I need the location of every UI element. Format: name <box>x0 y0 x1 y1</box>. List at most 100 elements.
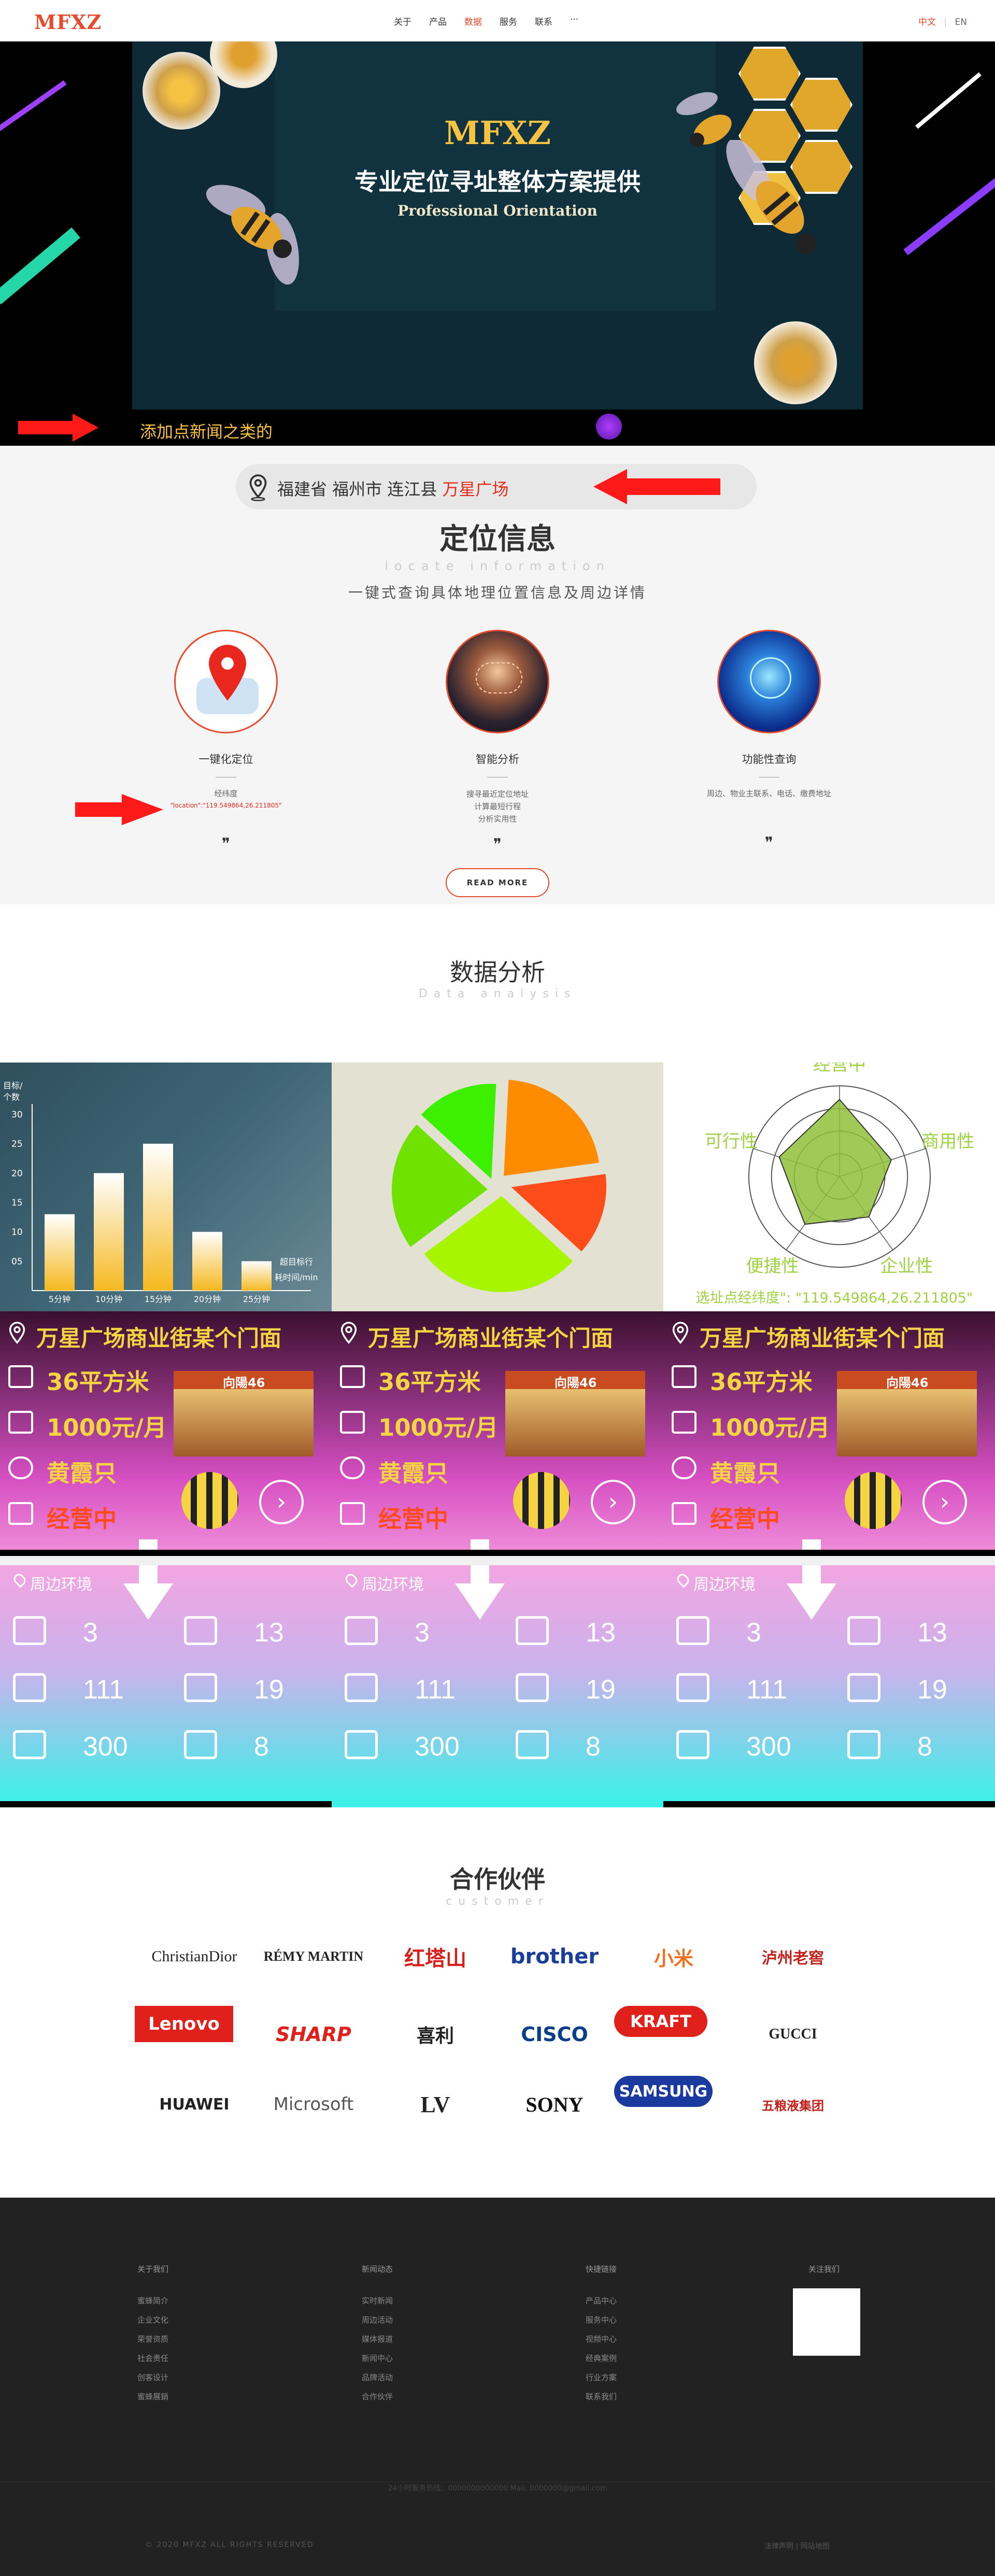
shop-card[interactable]: 万星广场商业街某个门面 36平方米 1000元/月 黄霞只 经营中 向陽46 › <box>663 1311 995 1550</box>
footer-legal-links[interactable]: 法律声明 | 网站地图 <box>764 2541 830 2551</box>
env-cafe-count: 19 <box>254 1675 284 1705</box>
shop-status: 经营中 <box>378 1505 449 1533</box>
partner-logo-wuliangye[interactable]: 五粮液集团 <box>733 2076 852 2133</box>
footer-col-about: 关于我们 蜜蜂简介 企业文化 荣誉资质 社会责任 创客设计 蜜蜂展銷 <box>137 2260 168 2407</box>
location-pin-icon <box>343 1572 360 1588</box>
hero-panel <box>132 41 863 409</box>
footer-link[interactable]: 实时新闻 <box>362 2291 393 2311</box>
storefront-sign: 向陽46 <box>223 1376 265 1390</box>
partner-logo-kraft[interactable]: KRAFT <box>614 2006 707 2037</box>
bar <box>241 1261 272 1291</box>
nav-contact[interactable]: 联系 <box>535 15 552 27</box>
nav-products[interactable]: 产品 <box>429 15 447 27</box>
partner-logo-gucci[interactable]: GUCCI <box>733 2006 852 2063</box>
footer-link[interactable]: 服务中心 <box>586 2311 617 2330</box>
footer-link[interactable]: 产品中心 <box>586 2291 617 2311</box>
footer-link[interactable]: 创客设计 <box>137 2368 168 2387</box>
shop-owner: 黄霞只 <box>710 1460 780 1487</box>
next-arrow-button[interactable]: › <box>591 1480 635 1524</box>
decor-stripe <box>0 227 80 305</box>
footer-link[interactable]: 企业文化 <box>137 2311 168 2330</box>
lang-cn[interactable]: 中文 <box>918 17 936 27</box>
partner-logo-samsung[interactable]: SAMSUNG <box>614 2076 713 2107</box>
storefront-sign: 向陽46 <box>555 1376 597 1390</box>
shop-rent: 1000元/月 <box>47 1414 167 1441</box>
cube-icon <box>340 1365 365 1388</box>
footer-link[interactable]: 社会责任 <box>137 2349 168 2368</box>
address-bar[interactable]: 福建省 福州市 连江县 万星广场 <box>236 464 757 509</box>
footer-link[interactable]: 周边活动 <box>362 2311 393 2330</box>
data-section-title: 数据分析 <box>450 958 545 986</box>
footer-link[interactable]: 蜜蜂简介 <box>137 2291 168 2311</box>
footer-link[interactable]: 合作伙伴 <box>362 2387 393 2407</box>
lang-en[interactable]: EN <box>955 17 967 27</box>
radar-chart-panel: 经营中 商用性 企业性 便捷性 可行性 选址点经纬度": "119.549864,26.… <box>663 1054 995 1311</box>
pie-slice <box>501 1078 602 1179</box>
next-arrow-button[interactable]: › <box>922 1480 967 1524</box>
store-icon <box>8 1502 33 1525</box>
footer-link[interactable]: 荣誉资质 <box>137 2330 168 2349</box>
nav-more[interactable]: ··· <box>570 15 578 27</box>
footer-link[interactable]: 行业方案 <box>586 2368 617 2387</box>
nav-data[interactable]: 数据 <box>464 15 482 27</box>
partner-logo-xiaomi[interactable]: 小米 <box>614 1928 733 1985</box>
partner-logo-brother[interactable]: brother <box>495 1928 614 1985</box>
flower-icon <box>210 41 277 88</box>
shop-rent: 1000元/月 <box>378 1414 499 1441</box>
nav-service[interactable]: 服务 <box>500 15 517 27</box>
divider-strip <box>332 1801 663 1807</box>
basket-icon <box>13 1730 46 1759</box>
footer-link[interactable]: 新闻中心 <box>362 2349 393 2368</box>
news-ticker[interactable]: 添加点新闻之类的 <box>140 419 273 443</box>
news-bar: 添加点新闻之类的 <box>0 409 995 446</box>
cube-icon <box>672 1365 696 1388</box>
y-axis-label: 目标/ <box>3 1081 23 1091</box>
fork-knife-icon <box>13 1673 46 1702</box>
storefront-sign: 向陽46 <box>886 1376 929 1390</box>
partner-logo-microsoft[interactable]: Microsoft <box>254 2076 373 2133</box>
bar <box>143 1143 173 1291</box>
footer-col-news: 新闻动态 实时新闻 周边活动 媒体报道 新闻中心 品牌活动 合作伙伴 <box>362 2260 393 2407</box>
nav-about[interactable]: 关于 <box>394 15 411 27</box>
shop-card[interactable]: 万星广场商业街某个门面 36平方米 1000元/月 黄霞只 经营中 向陽46 › <box>332 1311 663 1550</box>
basket-icon <box>676 1730 709 1759</box>
arrow-left-icon <box>624 478 720 495</box>
quote-icon: ❞ <box>764 834 774 852</box>
partner-logo-remy-martin[interactable]: RÉMY MARTIN <box>254 1928 373 1985</box>
footer-col-head: 关于我们 <box>137 2264 169 2274</box>
feature-function-query[interactable]: 功能性查询 周边、物业主联系、电话、缴费地址 ❞ <box>665 630 873 852</box>
environment-card: 周边环境 3 13 111 19 300 8 <box>332 1539 663 1801</box>
env-building-count: 13 <box>254 1618 284 1648</box>
lang-separator: | <box>944 17 947 27</box>
feature-smart-analysis[interactable]: 智能分析 搜寻最近定位地址 计算最短行程 分析实用性 ❞ <box>394 630 601 854</box>
footer-link[interactable]: 视频中心 <box>586 2330 617 2349</box>
site-logo[interactable]: MFXZ <box>34 10 102 34</box>
footer-link[interactable]: 蜜蜂展銷 <box>137 2387 168 2407</box>
partner-logo-xili[interactable]: 喜利 <box>376 2006 495 2063</box>
bar <box>94 1173 124 1291</box>
env-car-count: 8 <box>586 1732 601 1762</box>
person-icon <box>8 1456 33 1479</box>
radar-axis-label: 便捷性 <box>746 1256 799 1277</box>
partner-logo-dior[interactable]: ChristianDior <box>135 1928 254 1985</box>
footer-link[interactable]: 品牌活动 <box>362 2368 393 2387</box>
partner-logo-lenovo[interactable]: Lenovo <box>135 2006 233 2042</box>
partner-logo-huawei[interactable]: HUAWEI <box>135 2076 254 2133</box>
location-pin-icon <box>11 1572 28 1588</box>
partner-logo-cisco[interactable]: CISCO <box>495 2006 614 2063</box>
next-arrow-button[interactable]: › <box>259 1480 304 1524</box>
footer-link[interactable]: 媒体报道 <box>362 2330 393 2349</box>
read-more-button[interactable]: READ MORE <box>446 868 549 897</box>
partner-logo-sharp[interactable]: SHARP <box>254 2006 373 2063</box>
partner-logo-sony[interactable]: SONY <box>495 2076 614 2133</box>
locate-section: 福建省 福州市 连江县 万星广场 定位信息 locate information… <box>0 446 995 904</box>
data-section-title-en: Data analysis <box>418 987 577 1000</box>
shop-card[interactable]: 万星广场商业街某个门面 36平方米 1000元/月 黄霞只 经营中 向陽46 › <box>0 1311 332 1550</box>
store-icon <box>672 1502 696 1525</box>
partner-logo-hongtashan[interactable]: 红塔山 <box>376 1928 495 1985</box>
partner-logo-louis-vuitton[interactable]: LV <box>376 2076 495 2133</box>
env-label: 周边环境 <box>693 1576 756 1594</box>
footer-link[interactable]: 联系我们 <box>586 2387 617 2407</box>
partner-logo-luzhou-laojiao[interactable]: 泸州老窖 <box>733 1928 852 1985</box>
footer-link[interactable]: 经典案例 <box>586 2349 617 2368</box>
